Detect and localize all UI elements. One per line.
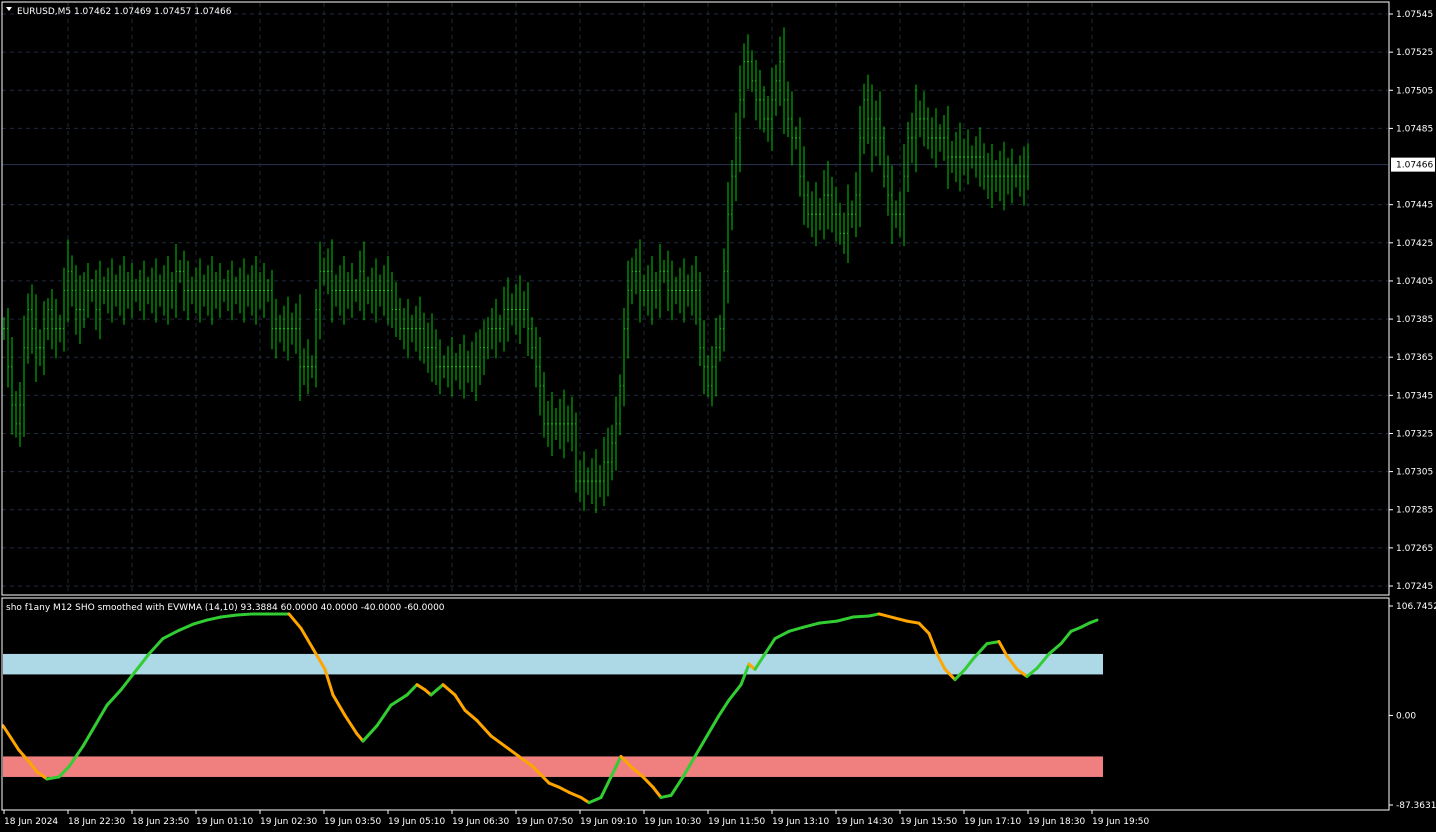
time-tick-label: 19 Jun 19:50 [1092,817,1149,827]
time-tick-label: 19 Jun 15:50 [900,817,957,827]
time-tick-label: 19 Jun 07:50 [516,817,573,827]
time-tick-label: 19 Jun 10:30 [644,817,701,827]
main-chart-title: EURUSD,M5 1.07462 1.07469 1.07457 1.0746… [17,7,232,17]
indicator-segment [219,613,239,619]
price-tick-label: 1.07245 [1396,582,1433,592]
lower-band [3,756,1103,777]
price-tick-label: 1.07545 [1396,10,1433,20]
time-tick-label: 18 Jun 2024 [4,817,58,827]
indicator-segment [985,640,1001,646]
time-tick-label: 19 Jun 11:50 [708,817,765,827]
time-tick-label: 19 Jun 13:10 [772,817,829,827]
chart-background [0,0,1436,832]
time-tick-label: 19 Jun 18:30 [1028,817,1085,827]
current-price-label: 1.07466 [1396,161,1433,171]
indicator-segment [235,612,255,617]
time-tick-label: 19 Jun 03:50 [324,817,381,827]
trading-chart[interactable]: 1.07545 1.07525 1.07505 1.07485 1.07445 1.074… [0,0,1436,832]
time-tick-label: 18 Jun 22:30 [68,817,125,827]
time-tick-label: 19 Jun 14:30 [836,817,893,827]
price-tick-label: 1.07385 [1396,315,1433,325]
price-tick-label: 1.07325 [1396,429,1433,439]
price-tick-label: 1.07445 [1396,201,1433,211]
price-tick-label: 1.07485 [1396,124,1433,134]
price-tick-label: 1.07525 [1396,48,1433,58]
time-tick-label: 19 Jun 02:30 [260,817,317,827]
price-tick-label: 1.07365 [1396,353,1433,363]
time-tick-label: 18 Jun 23:50 [132,817,189,827]
indicator-tick-label: 106.7452 [1396,602,1436,612]
price-tick-label: 1.07425 [1396,239,1433,249]
indicator-segment [851,614,871,619]
time-tick-label: 19 Jun 06:30 [452,817,509,827]
indicator-segment [45,775,61,781]
price-tick-label: 1.07305 [1396,468,1433,478]
price-tick-label: 1.07405 [1396,277,1433,287]
price-tick-label: 1.07345 [1396,391,1433,401]
time-tick-label: 19 Jun 01:10 [196,817,253,827]
indicator-tick-label: 0.00 [1396,711,1416,721]
indicator-segment [659,793,673,799]
time-tick-label: 19 Jun 05:10 [388,817,445,827]
indicator-segment [905,619,921,625]
chart-title-group: EURUSD,M5 1.07462 1.07469 1.07457 1.0746… [6,7,232,17]
indicator-segment [817,619,839,625]
time-tick-label: 19 Jun 17:10 [964,817,1021,827]
time-tick-label: 19 Jun 09:10 [580,817,637,827]
price-tick-label: 1.07265 [1396,544,1433,554]
indicator-title: sho f1any M12 SHO smoothed with EVWMA (1… [6,603,445,613]
indicator-segment [867,612,881,618]
price-tick-label: 1.07285 [1396,506,1433,516]
price-tick-label: 1.07505 [1396,86,1433,96]
indicator-tick-label: -87.3631 [1396,801,1436,811]
